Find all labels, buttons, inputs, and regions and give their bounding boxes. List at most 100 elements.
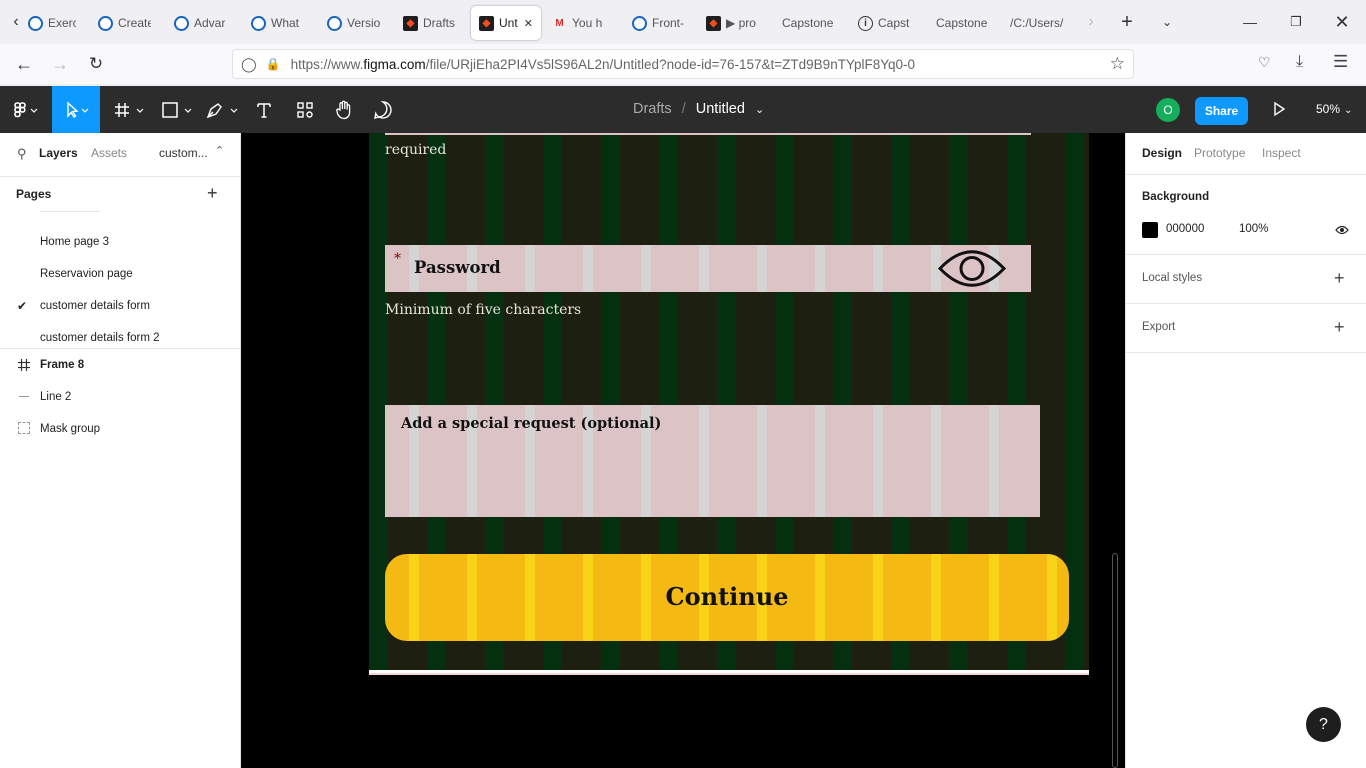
shape-tool-icon[interactable] (156, 86, 196, 133)
zoom-control[interactable]: 50% ⌄ (1316, 102, 1352, 116)
downloads-icon[interactable]: ⤓ (1296, 53, 1303, 71)
window-close-icon[interactable]: ✕ (1328, 8, 1356, 36)
browser-tab[interactable]: i Capst (856, 6, 911, 40)
pocket-icon[interactable]: ♡ (1258, 54, 1271, 71)
share-button[interactable]: Share (1195, 97, 1248, 125)
url-bar[interactable]: ◯ 🔒 https://www.figma.com/file/URjiEha2P… (232, 49, 1134, 79)
page-item[interactable]: Home page 3 (40, 236, 109, 248)
browser-tab[interactable]: Versio (325, 6, 380, 40)
tab-scroll-right-icon[interactable]: › (1077, 8, 1105, 36)
browser-tab[interactable]: Exerci (26, 6, 76, 40)
reload-icon[interactable]: ↻ (84, 52, 108, 76)
figma-main-menu-icon[interactable] (8, 86, 44, 133)
page-item[interactable]: customer details form 2 (40, 332, 160, 344)
browser-tab[interactable]: ◆ Drafts (401, 6, 456, 40)
browser-tab[interactable]: What (249, 6, 304, 40)
tab-prototype[interactable]: Prototype (1194, 146, 1245, 160)
page-item[interactable]: customer details form (40, 300, 150, 312)
back-icon[interactable]: ← (12, 52, 36, 76)
background-opacity-input[interactable]: 100% (1239, 223, 1268, 235)
tab-design[interactable]: Design (1142, 146, 1182, 160)
breadcrumb-drafts[interactable]: Drafts (633, 101, 672, 117)
browser-tab[interactable]: Create (96, 6, 151, 40)
frame-tool-icon[interactable] (108, 86, 148, 133)
google-classroom-icon (327, 15, 342, 31)
google-classroom-icon (98, 15, 113, 31)
file-name[interactable]: Untitled (696, 101, 745, 117)
layer-frame-8[interactable]: Frame 8 (40, 359, 84, 371)
chevron-down-icon[interactable]: ⌄ (755, 104, 764, 116)
design-canvas[interactable]: required * Password Minimum of five char… (241, 133, 1125, 768)
list-tabs-icon[interactable]: ⌄ (1153, 8, 1181, 36)
comment-tool-icon[interactable] (368, 86, 398, 133)
search-icon[interactable]: ⚲ (17, 146, 27, 162)
browser-tab[interactable]: ◆ ▶ pro (704, 6, 760, 40)
tab-inspect[interactable]: Inspect (1262, 146, 1301, 160)
browser-tab[interactable]: Capstone (780, 6, 835, 40)
add-local-style-icon[interactable]: + (1334, 268, 1345, 289)
google-classroom-icon (28, 15, 43, 31)
background-swatch[interactable] (1142, 222, 1158, 238)
tab-label: Unt (499, 16, 518, 30)
hand-tool-icon[interactable] (330, 86, 358, 133)
menu-icon[interactable]: ☰ (1333, 52, 1348, 72)
breadcrumb: Drafts / Untitled ⌄ (633, 101, 764, 117)
special-request-field[interactable]: Add a special request (optional) (385, 405, 1040, 517)
divider (1126, 174, 1366, 175)
collapse-pages-icon[interactable]: ⌃ (215, 144, 224, 157)
figma-icon: ◆ (706, 15, 721, 31)
tab-assets[interactable]: Assets (91, 146, 127, 160)
grid-column-overlay (989, 405, 999, 517)
bookmark-star-icon[interactable]: ☆ (1110, 54, 1125, 74)
minimize-icon[interactable]: — (1236, 8, 1264, 36)
divider (1126, 352, 1366, 353)
present-icon[interactable] (1271, 101, 1287, 117)
new-tab-icon[interactable]: + (1113, 8, 1141, 36)
info-icon: i (858, 15, 873, 31)
browser-tab[interactable]: Front- (630, 6, 688, 40)
canvas-scrollbar[interactable] (1112, 553, 1118, 768)
divider (1126, 254, 1366, 255)
mask-group-icon (18, 422, 30, 434)
forward-icon[interactable]: → (48, 52, 72, 76)
divider (1126, 303, 1366, 304)
layer-mask-group[interactable]: Mask group (40, 423, 100, 435)
background-hex-input[interactable]: 000000 (1166, 223, 1204, 235)
eye-icon[interactable] (937, 245, 1007, 292)
password-field[interactable]: * Password (385, 245, 1031, 292)
previous-field[interactable] (385, 133, 1031, 135)
line-icon (19, 396, 29, 397)
page-dropdown[interactable]: custom... (159, 146, 208, 160)
close-tab-icon[interactable]: ✕ (524, 17, 533, 30)
add-page-icon[interactable]: + (207, 183, 218, 204)
resources-tool-icon[interactable] (290, 86, 320, 133)
layer-line-2[interactable]: Line 2 (40, 391, 71, 403)
browser-tab[interactable]: Advar (172, 6, 227, 40)
help-button[interactable]: ? (1306, 707, 1341, 742)
grid-column-overlay (757, 405, 767, 517)
tab-label: Capstone (782, 16, 834, 30)
tab-label: Front- (652, 16, 685, 30)
move-tool-icon[interactable] (52, 86, 100, 133)
browser-tab[interactable]: /C:/Users/ (1008, 6, 1068, 40)
page-item[interactable]: Reservavion page (40, 268, 133, 280)
tab-label: Advar (194, 16, 226, 30)
pen-tool-icon[interactable] (202, 86, 242, 133)
restore-icon[interactable]: ❐ (1282, 8, 1310, 36)
frame-customer-details-form[interactable]: required * Password Minimum of five char… (369, 133, 1089, 670)
browser-tab[interactable]: M You h (550, 6, 605, 40)
browser-tab[interactable]: Capstone (934, 6, 989, 40)
text-tool-icon[interactable] (250, 86, 278, 133)
browser-tab[interactable]: ◆ Unt ✕ (471, 6, 541, 40)
add-export-icon[interactable]: + (1334, 317, 1345, 338)
gmail-icon: M (555, 17, 564, 29)
avatar[interactable]: O (1156, 98, 1180, 122)
grid-column-overlay (931, 405, 941, 517)
visibility-eye-icon[interactable] (1335, 223, 1349, 235)
continue-button[interactable]: Continue (385, 554, 1069, 641)
tab-label: Capst (878, 16, 910, 30)
tab-layers[interactable]: Layers (39, 146, 78, 160)
tab-label: Create (118, 16, 151, 30)
browser-tab-strip: ‹ ExerciCreateAdvarWhatVersio◆Drafts◆Unt… (0, 0, 1366, 44)
lock-icon: 🔒 (265, 57, 281, 71)
